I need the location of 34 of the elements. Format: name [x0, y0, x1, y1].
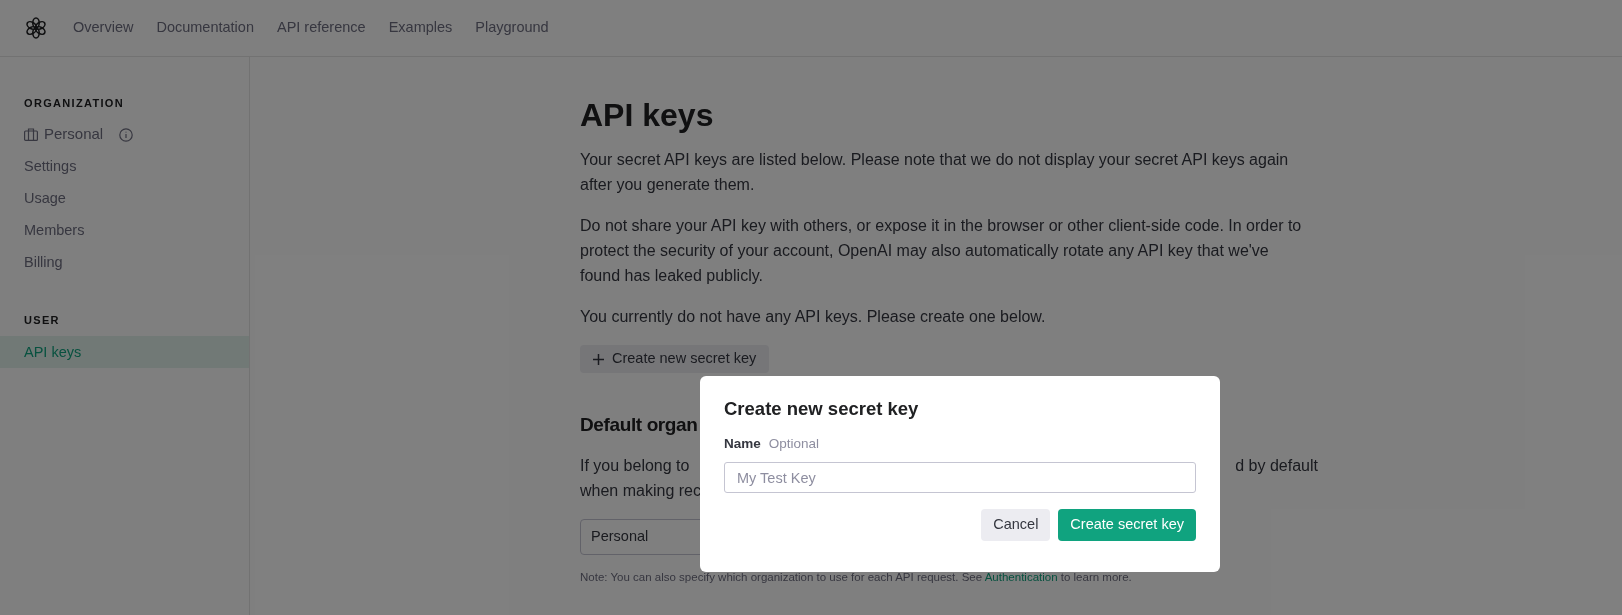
- sidebar-item[interactable]: Billing: [0, 245, 249, 278]
- sidebar-section-title: USER: [23, 312, 61, 328]
- sidebar-item[interactable]: Members: [0, 213, 249, 246]
- plus-icon: [593, 353, 604, 365]
- briefcase-icon: [24, 128, 38, 141]
- nav-link[interactable]: Documentation: [156, 17, 254, 39]
- create-key-button[interactable]: Create new secret key: [580, 345, 770, 373]
- nav-link[interactable]: API reference: [276, 17, 366, 39]
- paragraph: Your secret API keys are listed below. Please note that we do not display your secret API keys again after you generate them.: [580, 150, 1290, 195]
- nav-link[interactable]: Overview: [73, 17, 134, 39]
- section-heading: Default organ: [580, 413, 698, 437]
- cancel-button[interactable]: Cancel: [981, 509, 1051, 542]
- field-hint: Optional: [768, 435, 820, 453]
- paragraph-fragment: If you belong to: [580, 456, 690, 476]
- info-icon[interactable]: [119, 127, 134, 142]
- modal-title: Create new secret key: [724, 397, 920, 421]
- page-title: API keys: [580, 96, 715, 135]
- sidebar-section-title: ORGANIZATION: [23, 96, 125, 111]
- paragraph-fragment: when making rec: [580, 481, 701, 501]
- sidebar-item[interactable]: Personal: [44, 123, 104, 146]
- paragraph: You currently do not have any API keys. Please create one below.: [580, 307, 1047, 327]
- nav-link[interactable]: Playground: [475, 17, 549, 39]
- logo-icon[interactable]: [24, 16, 48, 40]
- authentication-link[interactable]: Authentication: [984, 571, 1058, 583]
- paragraph: Do not share your API key with others, or expose it in the browser or other client-side code. In order to protect the security of your account, OpenAI may also automatically rotate any API key that we've found has leaked publicly.: [580, 216, 1303, 286]
- sidebar-item[interactable]: Settings: [0, 149, 249, 182]
- nav-link[interactable]: Examples: [388, 17, 453, 39]
- sidebar-item[interactable]: API keys: [0, 336, 249, 368]
- field-label: Name: [724, 435, 761, 453]
- create-button[interactable]: Create secret key: [1058, 509, 1196, 542]
- name-input-field[interactable]: My Test Key: [724, 462, 1196, 494]
- paragraph-fragment: d by default: [1235, 456, 1318, 476]
- note-text: Note: You can also specify which organization to use for each API request. See Authentication to learn more.: [580, 570, 1133, 585]
- sidebar-item[interactable]: Usage: [0, 181, 249, 214]
